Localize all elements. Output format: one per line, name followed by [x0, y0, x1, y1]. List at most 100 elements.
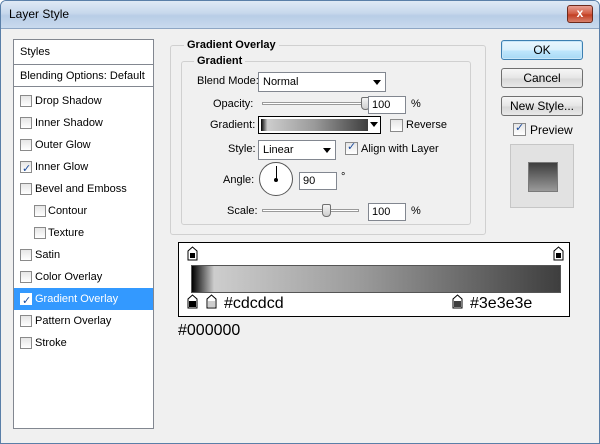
- style-item-checkbox[interactable]: [20, 183, 32, 195]
- styles-list: Styles Blending Options: Default Drop Sh…: [13, 39, 154, 429]
- style-value: Linear: [263, 144, 294, 156]
- gradient-overlay-title: Gradient Overlay: [184, 39, 279, 51]
- blend-mode-value: Normal: [263, 76, 299, 88]
- style-item-label: Inner Shadow: [35, 117, 103, 129]
- window-title: Layer Style: [9, 7, 70, 21]
- style-item-gradient-overlay[interactable]: Gradient Overlay: [14, 288, 153, 312]
- preview-swatch: [528, 162, 558, 192]
- gradient-label: Gradient:: [210, 119, 256, 131]
- style-item-checkbox[interactable]: [20, 249, 32, 261]
- style-item-checkbox[interactable]: [20, 315, 32, 327]
- style-item-outer-glow[interactable]: Outer Glow: [14, 134, 153, 156]
- angle-hub: [274, 178, 278, 182]
- scale-input[interactable]: 100: [368, 203, 406, 221]
- style-item-contour[interactable]: Contour: [14, 200, 153, 222]
- stop-label-3e3e3e: #3e3e3e: [470, 295, 533, 312]
- layer-style-dialog: Layer Style x Styles Blending Options: D…: [0, 0, 600, 444]
- style-item-label: Texture: [48, 227, 85, 239]
- opacity-label: Opacity:: [213, 98, 254, 110]
- close-icon: x: [576, 6, 584, 20]
- style-item-checkbox[interactable]: [20, 290, 32, 312]
- new-style-label: New Style...: [509, 99, 575, 113]
- angle-input[interactable]: 90: [299, 172, 337, 190]
- opacity-value: 100: [372, 99, 391, 111]
- opacity-input[interactable]: 100: [368, 96, 406, 114]
- style-item-color-overlay[interactable]: Color Overlay: [14, 266, 153, 288]
- cancel-button[interactable]: Cancel: [501, 68, 583, 88]
- style-item-label: Drop Shadow: [35, 95, 102, 107]
- align-with-layer-checkbox[interactable]: [345, 140, 358, 155]
- angle-unit: °: [341, 171, 346, 183]
- scale-unit: %: [411, 205, 421, 217]
- opacity-stop-left[interactable]: [187, 246, 198, 261]
- style-item-label: Inner Glow: [35, 161, 89, 173]
- style-item-bevel-and-emboss[interactable]: Bevel and Emboss: [14, 178, 153, 200]
- opacity-unit: %: [411, 98, 421, 110]
- style-item-checkbox[interactable]: [20, 117, 32, 129]
- style-item-label: Stroke: [35, 337, 67, 349]
- blend-mode-label: Blend Mode:: [197, 75, 259, 87]
- chevron-down-icon[interactable]: [370, 122, 378, 127]
- title-bar[interactable]: Layer Style x: [1, 1, 599, 29]
- style-item-checkbox[interactable]: [20, 95, 32, 107]
- chevron-down-icon: [373, 80, 381, 85]
- gradient-bar[interactable]: [191, 265, 561, 293]
- align-with-layer-label: Align with Layer: [361, 143, 439, 155]
- color-stop-light[interactable]: [206, 294, 217, 309]
- scale-label: Scale:: [227, 205, 258, 217]
- reverse-label: Reverse: [406, 119, 447, 131]
- style-label: Style:: [228, 143, 256, 155]
- styles-header[interactable]: Styles: [14, 40, 153, 65]
- style-item-label: Pattern Overlay: [35, 315, 112, 327]
- blending-options-item[interactable]: Blending Options: Default: [14, 65, 153, 87]
- gradient-editor: #cdcdcd #3e3e3e: [178, 242, 570, 317]
- style-item-checkbox[interactable]: [20, 158, 32, 180]
- ok-label: OK: [533, 43, 551, 57]
- style-item-checkbox[interactable]: [20, 337, 32, 349]
- style-item-texture[interactable]: Texture: [14, 222, 153, 244]
- preview-label: Preview: [530, 123, 573, 137]
- reverse-checkbox[interactable]: [390, 119, 403, 132]
- style-item-checkbox[interactable]: [20, 139, 32, 151]
- close-button[interactable]: x: [567, 5, 593, 23]
- angle-dial[interactable]: [259, 162, 293, 196]
- style-select[interactable]: Linear: [258, 140, 336, 160]
- new-style-button[interactable]: New Style...: [501, 96, 583, 116]
- styles-header-label: Styles: [20, 46, 50, 58]
- scale-slider-thumb[interactable]: [321, 204, 331, 217]
- stop-label-cdcdcd: #cdcdcd: [224, 295, 284, 312]
- style-item-checkbox[interactable]: [34, 227, 46, 239]
- style-item-stroke[interactable]: Stroke: [14, 332, 153, 354]
- angle-label: Angle:: [223, 174, 255, 186]
- ok-button[interactable]: OK: [501, 40, 583, 60]
- style-item-checkbox[interactable]: [20, 271, 32, 283]
- gradient-section-title: Gradient: [194, 55, 246, 67]
- preview-checkbox[interactable]: [513, 121, 526, 136]
- style-item-label: Gradient Overlay: [35, 293, 119, 305]
- style-item-pattern-overlay[interactable]: Pattern Overlay: [14, 310, 153, 332]
- style-item-label: Outer Glow: [35, 139, 91, 151]
- stop-label-000000: #000000: [178, 322, 241, 339]
- blend-mode-select[interactable]: Normal: [258, 72, 386, 92]
- style-item-label: Color Overlay: [35, 271, 103, 283]
- color-stop-dark[interactable]: [452, 294, 463, 309]
- color-stop-black[interactable]: [187, 294, 198, 309]
- opacity-slider-track[interactable]: [262, 102, 366, 105]
- opacity-stop-right[interactable]: [553, 246, 564, 261]
- scale-slider-track[interactable]: [262, 209, 359, 212]
- style-item-satin[interactable]: Satin: [14, 244, 153, 266]
- style-item-inner-shadow[interactable]: Inner Shadow: [14, 112, 153, 134]
- blending-options-label: Blending Options: Default: [20, 70, 145, 82]
- gradient-picker[interactable]: [258, 116, 381, 134]
- style-item-checkbox[interactable]: [34, 205, 46, 217]
- gradient-preview-fill[interactable]: [261, 119, 368, 131]
- chevron-down-icon: [323, 148, 331, 153]
- style-item-drop-shadow[interactable]: Drop Shadow: [14, 90, 153, 112]
- style-item-inner-glow[interactable]: Inner Glow: [14, 156, 153, 180]
- scale-value: 100: [372, 206, 391, 218]
- style-item-label: Bevel and Emboss: [35, 183, 127, 195]
- style-item-label: Contour: [48, 205, 88, 217]
- angle-value: 90: [303, 175, 316, 187]
- style-item-label: Satin: [35, 249, 61, 261]
- cancel-label: Cancel: [523, 71, 561, 85]
